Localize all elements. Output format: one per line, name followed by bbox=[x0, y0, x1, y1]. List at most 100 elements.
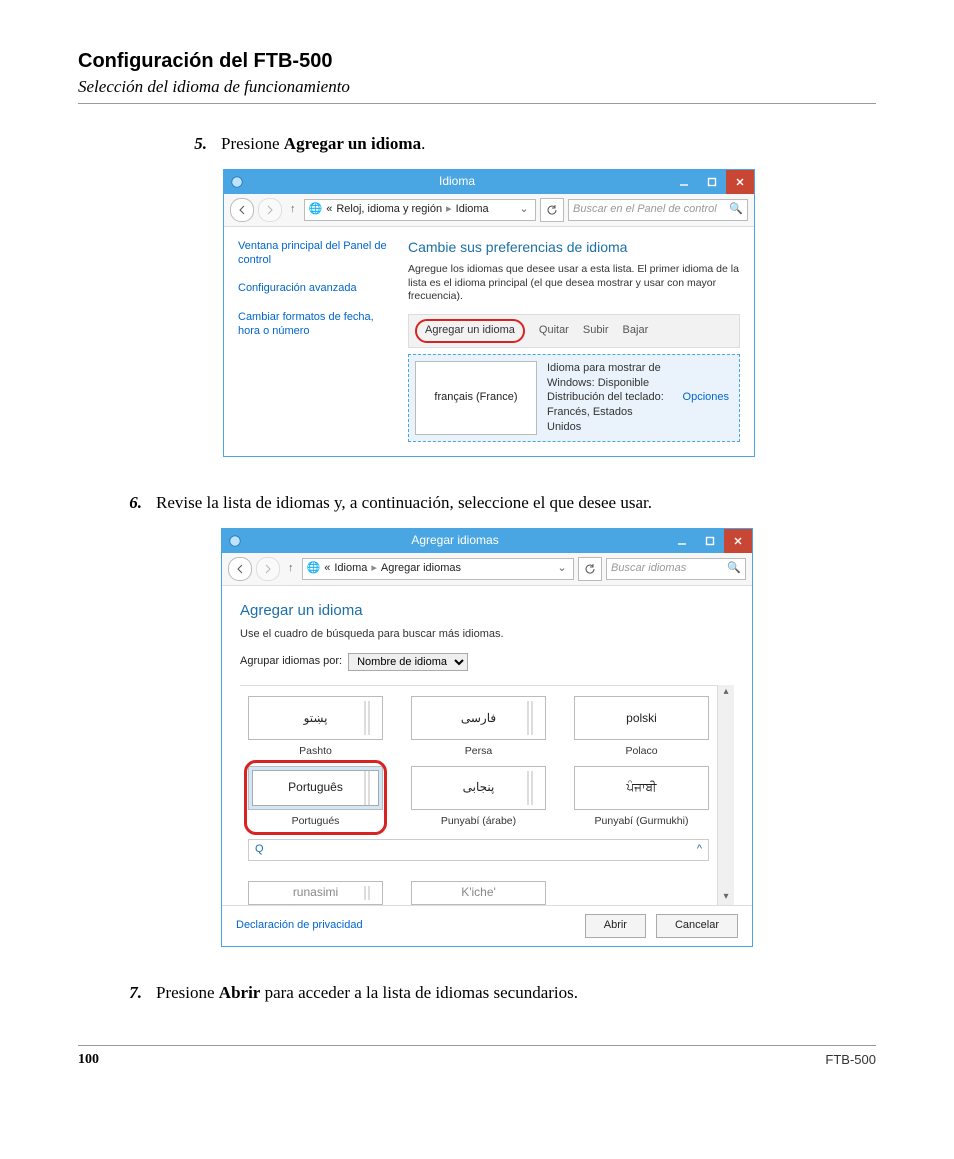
language-tile-pashto[interactable]: پښتو Pashto bbox=[248, 696, 383, 759]
language-tile-runasimi[interactable]: runasimi bbox=[248, 881, 383, 905]
language-tile-punyabi-arabic[interactable]: پنجابی Punyabí (árabe) bbox=[411, 766, 546, 829]
move-down-link[interactable]: Bajar bbox=[623, 323, 649, 339]
close-button[interactable] bbox=[726, 170, 754, 194]
breadcrumb-dropdown[interactable]: ⌄ bbox=[555, 561, 569, 577]
language-tile-polaco[interactable]: polski Polaco bbox=[574, 696, 709, 759]
breadcrumb-item[interactable]: Agregar idiomas bbox=[381, 561, 461, 577]
back-button[interactable] bbox=[230, 198, 254, 222]
tile-caption: Portugués bbox=[248, 814, 383, 829]
tile-native: فارسى bbox=[461, 710, 496, 727]
language-tile-kiche[interactable]: K'iche' bbox=[411, 881, 546, 905]
move-up-link[interactable]: Subir bbox=[583, 323, 609, 339]
tile-caption: Persa bbox=[411, 744, 546, 759]
forward-button[interactable] bbox=[256, 557, 280, 581]
close-button[interactable] bbox=[724, 529, 752, 553]
language-tile-punyabi-gurmukhi[interactable]: ਪੰਜਾਬੀ Punyabí (Gurmukhi) bbox=[574, 766, 709, 829]
breadcrumb[interactable]: 🌐 « Reloj, idioma y región ▸ Idioma ⌄ bbox=[304, 199, 537, 221]
language-tile-persa[interactable]: فارسى Persa bbox=[411, 696, 546, 759]
back-button[interactable] bbox=[228, 557, 252, 581]
sidebar-link-formats[interactable]: Cambiar formatos de fecha, hora o número bbox=[238, 310, 388, 339]
breadcrumb[interactable]: 🌐 « Idioma ▸ Agregar idiomas ⌄ bbox=[302, 558, 575, 580]
language-row[interactable]: français (France) Idioma para mostrar de… bbox=[408, 354, 740, 442]
step-number: 6. bbox=[118, 491, 142, 969]
header-rule bbox=[78, 103, 876, 104]
language-info-line: Distribución del teclado: Francés, Estad… bbox=[547, 390, 669, 435]
step-7: 7. Presione Abrir para acceder a la list… bbox=[118, 981, 876, 1006]
search-placeholder: Buscar idiomas bbox=[611, 561, 686, 577]
breadcrumb-item[interactable]: Reloj, idioma y región bbox=[336, 202, 442, 218]
breadcrumb-item[interactable]: Idioma bbox=[456, 202, 489, 218]
privacy-link[interactable]: Declaración de privacidad bbox=[236, 918, 575, 934]
doc-subtitle: Selección del idioma de funcionamiento bbox=[78, 77, 876, 97]
collapse-icon[interactable]: ^ bbox=[697, 842, 702, 858]
breadcrumb-sep: ▸ bbox=[371, 561, 377, 577]
up-arrow[interactable]: ↑ bbox=[286, 202, 300, 218]
step-text: Presione bbox=[221, 134, 284, 153]
language-tile-portugues[interactable]: Português Portugués bbox=[248, 766, 383, 829]
search-icon: 🔍 bbox=[727, 561, 741, 577]
breadcrumb-dropdown[interactable]: ⌄ bbox=[517, 202, 531, 218]
window-add-languages: Agregar idiomas ↑ 🌐 « bbox=[221, 528, 753, 947]
window-icon bbox=[230, 175, 244, 189]
refresh-button[interactable] bbox=[578, 557, 602, 581]
window-title: Idioma bbox=[244, 173, 670, 190]
add-language-link[interactable]: Agregar un idioma bbox=[415, 319, 525, 343]
refresh-button[interactable] bbox=[540, 198, 564, 222]
language-name: français (France) bbox=[415, 361, 537, 435]
doc-title: Configuración del FTB-500 bbox=[78, 50, 876, 73]
add-language-description: Use el cuadro de búsqueda para buscar má… bbox=[240, 627, 734, 643]
maximize-button[interactable] bbox=[698, 170, 726, 194]
breadcrumb-item[interactable]: Idioma bbox=[334, 561, 367, 577]
tile-caption: Pashto bbox=[248, 744, 383, 759]
group-by-label: Agrupar idiomas por: bbox=[240, 654, 342, 670]
minimize-button[interactable] bbox=[668, 529, 696, 553]
window-controls bbox=[668, 529, 752, 553]
language-info: Idioma para mostrar de Windows: Disponib… bbox=[543, 355, 673, 441]
main-panel: Cambie sus preferencias de idioma Agregu… bbox=[398, 227, 754, 456]
language-options-link[interactable]: Opciones bbox=[673, 355, 739, 441]
language-toolbar: Agregar un idioma Quitar Subir Bajar bbox=[408, 314, 740, 348]
breadcrumb-sep: ▸ bbox=[446, 202, 452, 218]
breadcrumb-prefix: « bbox=[324, 561, 330, 577]
cancel-button[interactable]: Cancelar bbox=[656, 914, 738, 938]
forward-button[interactable] bbox=[258, 198, 282, 222]
step-bold: Agregar un idioma bbox=[284, 134, 421, 153]
sidebar-link-main[interactable]: Ventana principal del Panel de control bbox=[238, 239, 388, 268]
tile-caption: Punyabí (árabe) bbox=[411, 814, 546, 829]
address-bar: ↑ 🌐 « Idioma ▸ Agregar idiomas ⌄ Buscar … bbox=[222, 553, 752, 586]
group-by-row: Agrupar idiomas por: Nombre de idioma bbox=[240, 653, 734, 671]
maximize-button[interactable] bbox=[696, 529, 724, 553]
scrollbar[interactable]: ▴ ▾ bbox=[717, 685, 734, 904]
breadcrumb-prefix: « bbox=[326, 202, 332, 218]
tile-native: polski bbox=[626, 710, 657, 727]
tile-native: K'iche' bbox=[461, 884, 496, 901]
tile-native: پنجابی bbox=[463, 779, 495, 796]
scroll-down-icon[interactable]: ▾ bbox=[723, 890, 728, 905]
titlebar: Idioma bbox=[224, 170, 754, 194]
step-5: 5. Presione Agregar un idioma. Idioma bbox=[183, 132, 876, 479]
search-input[interactable]: Buscar idiomas 🔍 bbox=[606, 558, 746, 580]
letter-divider[interactable]: Q ^ bbox=[248, 839, 709, 861]
tile-native: Português bbox=[288, 779, 343, 796]
remove-link[interactable]: Quitar bbox=[539, 323, 569, 339]
step-number: 7. bbox=[118, 981, 142, 1006]
language-info-line: Idioma para mostrar de Windows: Disponib… bbox=[547, 361, 669, 391]
tile-caption: Punyabí (Gurmukhi) bbox=[574, 814, 709, 829]
step-body: Presione Abrir para acceder a la lista d… bbox=[156, 981, 876, 1006]
step-text: Presione bbox=[156, 983, 219, 1002]
step-6: 6. Revise la lista de idiomas y, a conti… bbox=[118, 491, 876, 969]
window-controls bbox=[670, 170, 754, 194]
page-number: 100 bbox=[78, 1052, 99, 1068]
globe-icon: 🌐 bbox=[309, 202, 323, 218]
sidebar-link-advanced[interactable]: Configuración avanzada bbox=[238, 281, 388, 295]
titlebar: Agregar idiomas bbox=[222, 529, 752, 553]
search-input[interactable]: Buscar en el Panel de control 🔍 bbox=[568, 199, 748, 221]
window-icon bbox=[228, 534, 242, 548]
up-arrow[interactable]: ↑ bbox=[284, 561, 298, 577]
minimize-button[interactable] bbox=[670, 170, 698, 194]
open-button[interactable]: Abrir bbox=[585, 914, 646, 938]
group-by-select[interactable]: Nombre de idioma bbox=[348, 653, 468, 671]
step-text: Revise la lista de idiomas y, a continua… bbox=[156, 493, 652, 512]
step-number: 5. bbox=[183, 132, 207, 479]
panel-heading: Cambie sus preferencias de idioma bbox=[408, 237, 740, 257]
